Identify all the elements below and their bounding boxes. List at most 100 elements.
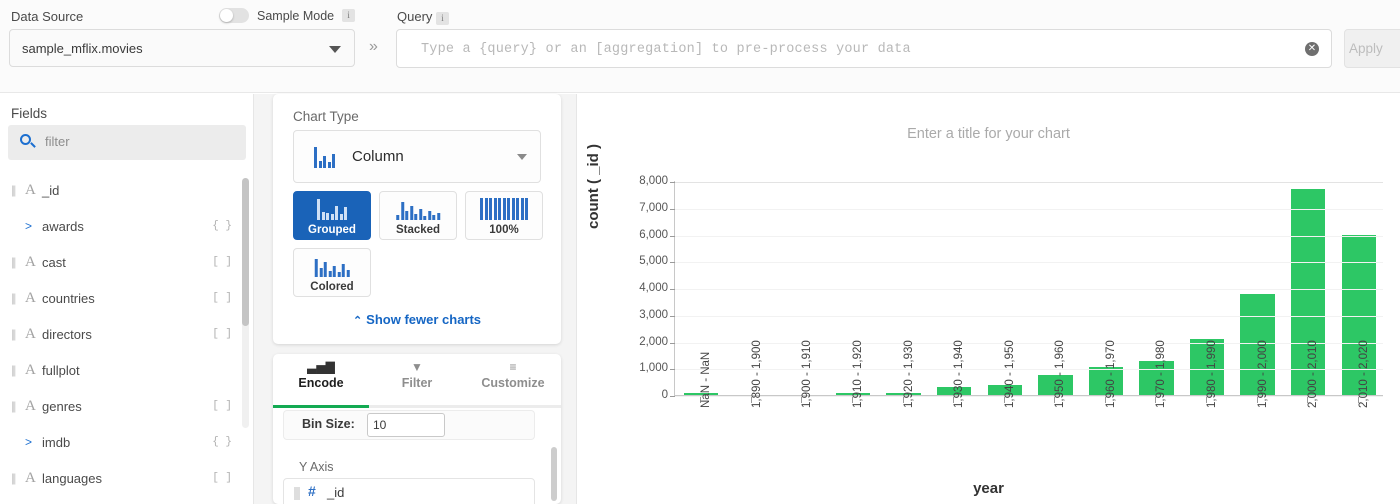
chart-variant-label: Colored	[310, 281, 354, 293]
query-info-icon[interactable]: i	[436, 12, 450, 25]
field-type-badge: [ ]	[212, 256, 232, 268]
x-tick-label: 2,000 - 2,010	[1307, 340, 1320, 408]
search-icon	[20, 134, 31, 145]
field-name: directors	[42, 326, 92, 342]
fields-filter-input[interactable]: filter	[8, 125, 246, 160]
encode-card: ▃▅▇ Encode ▼ Filter ≡ Customize Bin Size: Y A…	[273, 354, 561, 504]
field-row[interactable]: ||| Afullplot	[0, 352, 254, 388]
chart-variant-100pct[interactable]: 100%	[465, 191, 543, 240]
field-row[interactable]: ||| Acast [ ]	[0, 244, 254, 280]
chart-title-placeholder[interactable]: Enter a title for your chart	[577, 126, 1400, 142]
y-tick-label: 2,000	[639, 335, 668, 348]
field-name: cast	[42, 254, 66, 270]
bin-size-row: Bin Size:	[283, 410, 535, 440]
show-fewer-charts-label: Show fewer charts	[366, 312, 482, 327]
chart-variant-colored[interactable]: Colored	[293, 248, 371, 297]
data-source-label: Data Source	[11, 9, 84, 24]
y-tick-label: 0	[661, 389, 668, 401]
tab-filter[interactable]: ▼ Filter	[369, 354, 465, 405]
field-row[interactable]: ||| A _id	[0, 172, 254, 208]
inactive-tab-underline	[369, 405, 561, 408]
drag-handle-icon[interactable]: |||	[11, 399, 20, 413]
field-type-badge: { }	[212, 436, 232, 448]
fields-title: Fields	[11, 106, 48, 121]
fields-scrollbar-thumb[interactable]	[242, 178, 249, 326]
field-row[interactable]: ||| Adirectors [ ]	[0, 316, 254, 352]
field-type-badge: [ ]	[212, 472, 232, 484]
plot-region: 0 1,000 2,000 3,000 4,000 5,000 6,000 7,000 8,00…	[639, 175, 1383, 401]
chart-variant-icon	[480, 198, 528, 220]
sample-mode-label: Sample Mode	[257, 8, 335, 23]
chart-type-card: Chart Type Column Grouped Stacked 100% Colo…	[273, 94, 561, 344]
collapse-chevrons-icon[interactable]: »	[369, 38, 378, 56]
gridline	[675, 289, 1383, 290]
x-tick-label: 1,920 - 1,930	[902, 340, 915, 408]
gridline	[675, 235, 1383, 237]
x-tick-label: 1,890 - 1,900	[750, 340, 763, 408]
gridline	[675, 182, 1383, 183]
field-row[interactable]: > awards { }	[0, 208, 254, 244]
field-name: countries	[42, 290, 95, 306]
query-label: Query i	[397, 9, 450, 25]
drag-handle-icon[interactable]: |||	[11, 363, 20, 377]
apply-button[interactable]: Apply	[1344, 29, 1400, 68]
string-type-icon: A	[25, 253, 36, 270]
expand-chevron-icon[interactable]: >	[25, 219, 42, 233]
chart-type-value: Column	[352, 148, 404, 165]
x-tick-label: NaN - NaN	[700, 351, 713, 408]
show-fewer-charts-button[interactable]: ⌃ Show fewer charts	[273, 312, 561, 327]
drag-handle-icon[interactable]: |||	[11, 255, 20, 269]
drag-handle-icon[interactable]: |||	[11, 291, 20, 305]
gridline	[675, 315, 1383, 317]
drag-handle-icon[interactable]: |||	[11, 471, 20, 485]
field-type-badge: [ ]	[212, 400, 232, 412]
fields-scrollbar[interactable]	[242, 178, 249, 428]
drag-handle-icon[interactable]: |||	[11, 183, 20, 197]
data-source-select[interactable]: sample_mflix.movies	[9, 29, 355, 67]
number-type-icon: #	[308, 483, 316, 499]
field-row[interactable]: > imdb { }	[0, 424, 254, 460]
tab-label: Filter	[401, 376, 433, 390]
field-name: fullplot	[42, 362, 80, 378]
query-input[interactable]: Type a {query} or an [aggregation] to pr…	[396, 29, 1332, 68]
drag-handle-icon[interactable]: |||	[11, 327, 20, 341]
chart-variant-icon	[396, 198, 440, 220]
field-name: _id	[42, 182, 60, 198]
x-tick-label: 1,990 - 2,000	[1256, 340, 1269, 408]
expand-chevron-icon[interactable]: >	[25, 435, 42, 449]
y-tick-label: 7,000	[639, 201, 668, 214]
field-name: languages	[42, 470, 102, 486]
sample-mode-toggle[interactable]	[219, 8, 249, 23]
field-row[interactable]: ||| Acountries [ ]	[0, 280, 254, 316]
chart-type-title: Chart Type	[293, 109, 359, 124]
field-name: genres	[42, 398, 82, 414]
bin-size-label: Bin Size:	[302, 417, 355, 431]
y-axis-field-chip[interactable]: # _id	[283, 478, 535, 504]
drag-handle-icon[interactable]	[294, 487, 300, 500]
string-type-icon: A	[25, 289, 36, 306]
string-type-icon: A	[25, 325, 36, 342]
chart-variant-options: Grouped Stacked 100% Colored	[293, 191, 543, 305]
field-row[interactable]: ||| Alanguages [ ]	[0, 460, 254, 496]
x-tick-label: 1,910 - 1,920	[852, 340, 865, 408]
chart-variant-grouped[interactable]: Grouped	[293, 191, 371, 240]
field-row[interactable]: |||Alastupdated	[0, 496, 254, 504]
tab-customize[interactable]: ≡ Customize	[465, 354, 561, 405]
chart-config-panel: Chart Type Column Grouped Stacked 100% Colo…	[254, 94, 576, 504]
encode-scrollbar-thumb[interactable]	[551, 447, 557, 501]
clear-query-icon[interactable]: ✕	[1305, 42, 1319, 56]
customize-icon: ≡	[509, 360, 517, 374]
chart-type-select[interactable]: Column	[293, 130, 541, 183]
field-row[interactable]: ||| Agenres [ ]	[0, 388, 254, 424]
encode-tabs: ▃▅▇ Encode ▼ Filter ≡ Customize	[273, 354, 561, 405]
sample-mode-info-icon[interactable]: i	[342, 9, 356, 22]
encode-icon: ▃▅▇	[307, 360, 335, 374]
field-type-badge: [ ]	[212, 328, 232, 340]
tab-label: Customize	[481, 376, 545, 390]
bin-size-input[interactable]	[367, 413, 445, 437]
x-tick-label: 1,960 - 1,970	[1104, 340, 1117, 408]
x-tick-label: 1,950 - 1,960	[1054, 340, 1067, 408]
chart-variant-label: Grouped	[308, 224, 356, 236]
chart-variant-stacked[interactable]: Stacked	[379, 191, 457, 240]
tab-encode[interactable]: ▃▅▇ Encode	[273, 354, 369, 405]
